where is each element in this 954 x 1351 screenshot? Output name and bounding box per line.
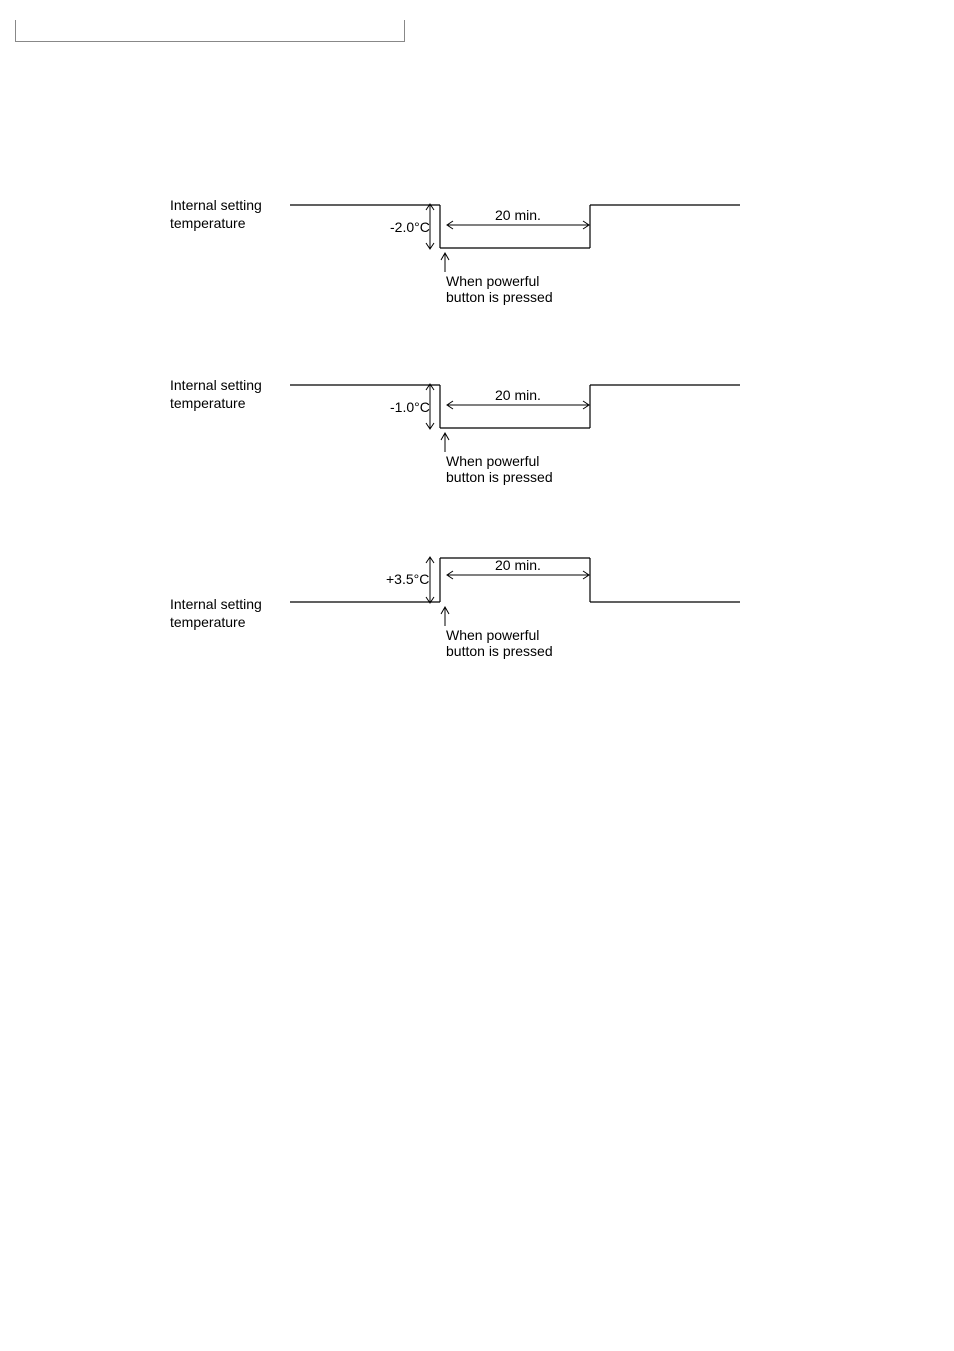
offset-text: -2.0°C: [390, 219, 430, 235]
duration-text: 20 min.: [495, 387, 541, 403]
diagrams-container: Internal setting temperature -2.0°C 20 m…: [170, 180, 770, 720]
chart-heating: Internal setting temperature +3.5°C 20 m…: [170, 540, 770, 700]
setting-label: Internal setting temperature: [170, 376, 280, 412]
offset-text: -1.0°C: [390, 399, 430, 415]
event-text-line2: button is pressed: [446, 643, 553, 659]
offset-text: +3.5°C: [386, 571, 429, 587]
chart-svg: +3.5°C 20 min. When powerful button is p…: [290, 540, 770, 700]
event-text-line1: When powerful: [446, 453, 539, 469]
page-tab-box: [15, 20, 405, 42]
svg-text:When powerful button i: When powerful button is pressed: [446, 453, 553, 485]
duration-text: 20 min.: [495, 207, 541, 223]
event-text-line1: When powerful: [446, 627, 539, 643]
chart-svg: -1.0°C 20 min. When powerful button is p…: [290, 360, 770, 520]
duration-text: 20 min.: [495, 557, 541, 573]
chart-cooling-1: Internal setting temperature -1.0°C 20 m…: [170, 360, 770, 520]
setting-label: Internal setting temperature: [170, 196, 280, 232]
event-text-line2: button is pressed: [446, 469, 553, 485]
svg-text:When powerful button i: When powerful button is pressed: [446, 627, 553, 659]
chart-svg: -2.0°C 20 min. When powerful button is p…: [290, 180, 770, 340]
event-text-line2: button is pressed: [446, 289, 553, 305]
svg-text:When powerful button i: When powerful button is pressed: [446, 273, 553, 305]
setting-label: Internal setting temperature: [170, 595, 280, 631]
event-text-line1: When powerful: [446, 273, 539, 289]
chart-cooling-2: Internal setting temperature -2.0°C 20 m…: [170, 180, 770, 340]
